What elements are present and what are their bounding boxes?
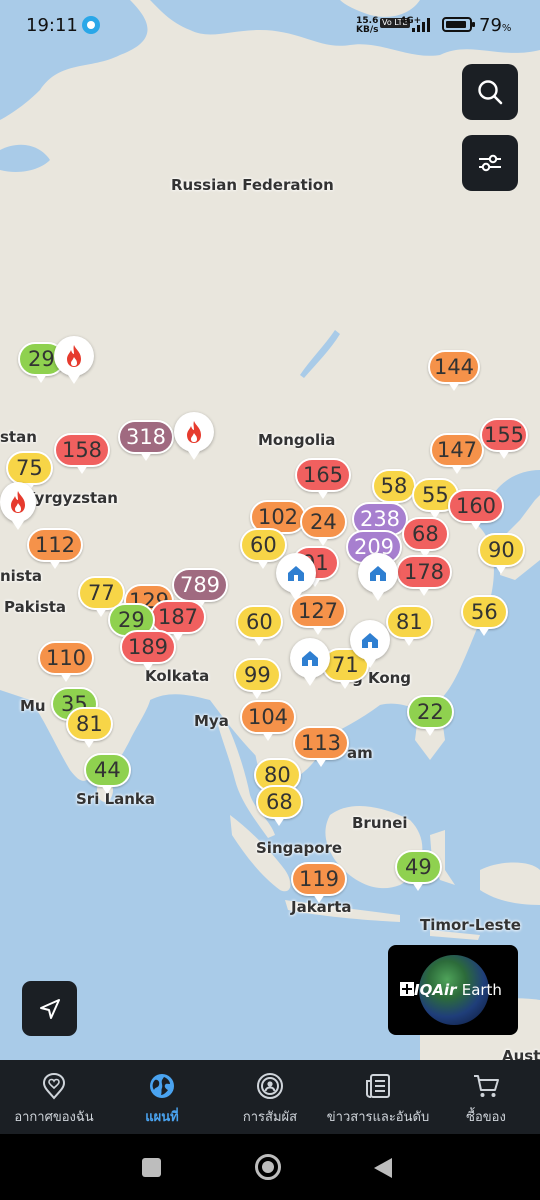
label-brunei: Brunei <box>352 814 408 832</box>
aqi-marker[interactable]: 318 <box>118 420 174 461</box>
station-icon[interactable] <box>276 553 316 601</box>
exposure-icon <box>257 1073 283 1099</box>
nav-shop[interactable]: ซื้อของ <box>432 1060 540 1134</box>
label-singapore: Singapore <box>256 839 343 857</box>
nav-my-air[interactable]: อากาศของฉัน <box>0 1060 108 1134</box>
fire-icon[interactable] <box>174 412 214 460</box>
aqi-marker[interactable]: 160 <box>448 489 504 530</box>
nav-shop-label: ซื้อของ <box>466 1110 506 1125</box>
aqi-marker[interactable]: 81 <box>66 707 113 748</box>
nav-map-label: แผนที่ <box>145 1110 179 1125</box>
aqi-marker[interactable]: 68 <box>256 785 303 826</box>
label-kyrgyzstan: Kyrgyzstan <box>24 489 118 507</box>
aqi-marker[interactable]: 147 <box>430 433 484 474</box>
network-speed: 15.6 KB/s <box>356 17 378 35</box>
search-button[interactable] <box>462 64 518 120</box>
iqair-earth-button[interactable]: IQAir Earth <box>388 945 518 1035</box>
fire-icon[interactable] <box>54 336 94 384</box>
sliders-icon <box>479 154 501 172</box>
system-navigation-bar <box>0 1134 540 1200</box>
aqi-marker[interactable]: 789 <box>172 568 228 609</box>
station-icon[interactable] <box>290 638 330 686</box>
globe-icon <box>150 1074 174 1098</box>
my-location-button[interactable] <box>22 981 77 1036</box>
label-kazakhstan: stan <box>0 428 37 446</box>
status-time: 19:11 <box>26 15 78 36</box>
heart-location-icon <box>42 1072 66 1100</box>
aqi-marker[interactable]: 112 <box>27 528 83 569</box>
label-srilanka: Sri Lanka <box>76 790 156 808</box>
station-icon[interactable] <box>358 553 398 601</box>
aqi-marker[interactable]: 104 <box>240 700 296 741</box>
label-mongolia: Mongolia <box>258 431 336 449</box>
battery-percent: 79% <box>479 15 512 36</box>
nav-exposure[interactable]: การสัมผัส <box>216 1060 324 1134</box>
home-button[interactable] <box>255 1154 281 1180</box>
cart-icon <box>474 1075 499 1097</box>
aqi-marker[interactable]: 99 <box>234 658 281 699</box>
nav-exposure-label: การสัมผัส <box>242 1110 298 1125</box>
aqi-marker[interactable]: 56 <box>461 595 508 636</box>
plus-icon <box>400 982 414 996</box>
label-mumbai: Mu <box>20 697 46 715</box>
fire-icon[interactable] <box>0 482 36 530</box>
aqi-marker[interactable]: 187 <box>150 600 206 641</box>
nav-map[interactable]: แผนที่ <box>108 1060 216 1134</box>
filter-button[interactable] <box>462 135 518 191</box>
iqair-earth-label: IQAir Earth <box>400 981 502 999</box>
aqi-marker[interactable]: 113 <box>293 726 349 767</box>
aqi-marker[interactable]: 75 <box>6 451 53 492</box>
aqi-marker[interactable]: 158 <box>54 433 110 474</box>
app-notification-icon <box>82 16 100 34</box>
station-icon[interactable] <box>350 620 390 668</box>
recents-button[interactable] <box>142 1158 161 1177</box>
bottom-navigation: อากาศของฉัน แผนที่ การสัมผัส ข่าวสารและอ… <box>0 1060 540 1134</box>
label-timorleste: Timor-Leste <box>420 916 521 934</box>
label-vietnam: am <box>347 744 373 762</box>
aqi-marker[interactable]: 144 <box>428 350 480 391</box>
map-view[interactable]: Russian Federation Mongolia stan Kyrgyzs… <box>0 0 540 1060</box>
label-kolkata: Kolkata <box>145 667 210 685</box>
aqi-marker[interactable]: 155 <box>480 418 528 459</box>
aqi-marker[interactable]: 90 <box>478 533 525 574</box>
aqi-marker[interactable]: 119 <box>291 862 347 903</box>
label-pakistan: Pakista <box>4 598 67 616</box>
nav-news-ranking[interactable]: ข่าวสารและอันดับ <box>324 1060 432 1134</box>
product-text: Earth <box>461 981 502 999</box>
nav-my-air-label: อากาศของฉัน <box>14 1110 94 1125</box>
aqi-marker[interactable]: 110 <box>38 641 94 682</box>
aqi-marker[interactable]: 68 <box>402 517 449 558</box>
label-australia: Aust <box>502 1047 540 1060</box>
aqi-marker[interactable]: 189 <box>120 630 176 671</box>
aqi-marker[interactable]: 60 <box>236 605 283 646</box>
aqi-marker[interactable]: 24 <box>300 505 347 546</box>
aqi-marker[interactable]: 44 <box>84 753 131 794</box>
aqi-marker[interactable]: 165 <box>295 458 351 499</box>
aqi-marker[interactable]: 81 <box>386 605 433 646</box>
aqi-marker[interactable]: 22 <box>407 695 454 736</box>
aqi-marker[interactable]: 58 <box>372 469 416 510</box>
label-turkmenistan: nista <box>0 567 43 585</box>
battery-icon <box>442 17 475 32</box>
nav-news-label: ข่าวสารและอันดับ <box>326 1110 430 1125</box>
aqi-marker[interactable]: 49 <box>395 850 442 891</box>
brand-text: IQAir <box>414 981 457 999</box>
search-icon <box>478 80 503 105</box>
speed-unit: KB/s <box>356 25 379 35</box>
label-russia: Russian Federation <box>171 176 334 194</box>
aqi-marker[interactable]: 178 <box>396 555 452 596</box>
label-myanmar: Mya <box>194 712 229 730</box>
news-icon <box>366 1074 390 1098</box>
aqi-marker[interactable]: 60 <box>240 528 287 569</box>
back-button[interactable] <box>372 1156 394 1180</box>
status-bar: 19:11 15.6 KB/s Vo LTE 4G+ 79% <box>0 0 540 52</box>
signal-icon <box>412 18 430 32</box>
navigation-arrow-icon <box>39 998 60 1019</box>
